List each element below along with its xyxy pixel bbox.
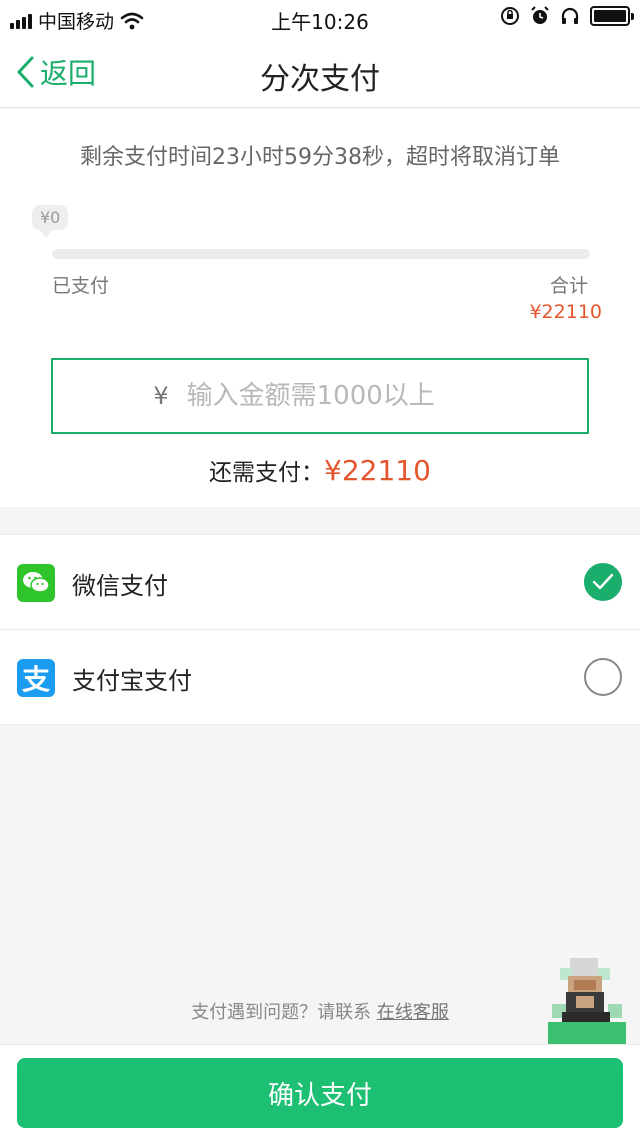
- currency-symbol: ¥: [153, 382, 169, 410]
- bottom-bar: 确认支付: [0, 1044, 640, 1138]
- method-label: 微信支付: [72, 572, 168, 600]
- rotation-lock-icon: [501, 7, 519, 25]
- wechat-icon: [17, 564, 55, 602]
- confirm-payment-button[interactable]: 确认支付: [17, 1058, 623, 1128]
- payment-method-alipay[interactable]: 支 支付宝支付: [0, 630, 640, 725]
- amount-input[interactable]: [186, 381, 487, 411]
- help-prompt: 支付遇到问题？请联系: [191, 1002, 377, 1023]
- status-bar: 中国移动 上午10:26: [0, 0, 640, 36]
- paid-amount-bubble: ¥0: [32, 205, 69, 238]
- payment-method-wechat[interactable]: 微信支付: [0, 535, 640, 630]
- radio-checked-icon[interactable]: [584, 563, 622, 601]
- help-text: 支付遇到问题？请联系 在线客服: [0, 998, 640, 1024]
- countdown-text: 剩余支付时间23小时59分38秒，超时将取消订单: [80, 145, 560, 170]
- payment-card: 剩余支付时间23小时59分38秒，超时将取消订单 ¥0 已支付 合计 ¥2211…: [0, 109, 640, 507]
- nav-bar: 返回 分次支付: [0, 36, 640, 108]
- still-need-value: ¥22110: [324, 454, 431, 487]
- battery-icon: [590, 6, 634, 26]
- status-bar-right: [500, 6, 634, 26]
- headphones-icon: [561, 7, 579, 24]
- total-value: ¥22110: [529, 301, 602, 323]
- payment-methods: 微信支付 支 支付宝支付: [0, 534, 640, 725]
- page-title: 分次支付: [260, 62, 380, 97]
- support-avatar[interactable]: [548, 958, 628, 1044]
- alipay-icon: 支: [17, 659, 55, 697]
- amount-input-box[interactable]: ¥: [51, 358, 589, 434]
- method-label: 支付宝支付: [72, 667, 192, 695]
- paid-label: 已支付: [52, 275, 110, 297]
- still-need-label: 还需支付：: [209, 460, 325, 486]
- still-need-row: 还需支付：¥22110: [0, 453, 640, 487]
- payment-progress-bar: [52, 249, 590, 259]
- radio-unchecked-icon[interactable]: [584, 658, 622, 696]
- total-label: 合计: [549, 275, 588, 297]
- online-service-link[interactable]: 在线客服: [377, 1002, 449, 1023]
- alarm-icon: [531, 6, 549, 24]
